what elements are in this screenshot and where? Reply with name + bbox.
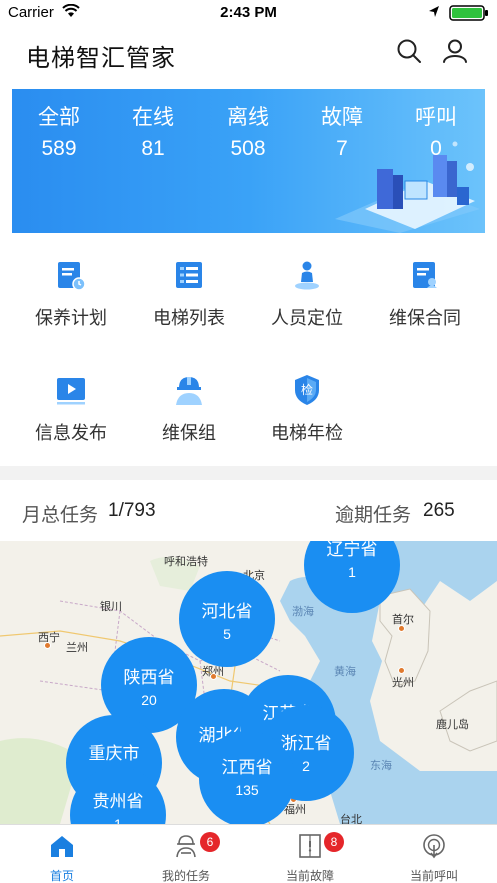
- cluster-count: 5: [223, 626, 231, 642]
- tab-label: 当前故障: [285, 869, 334, 883]
- menu-team[interactable]: 维保组: [130, 365, 248, 455]
- stat-label: 呼叫: [415, 106, 457, 129]
- cluster-name: 重庆市: [88, 744, 140, 763]
- map-label: 呼和浩特: [164, 556, 208, 568]
- elevator-map[interactable]: 呼和浩特 北京 银川 西宁 兰州 郑州 渤海 首尔 黄海 光州 东海 鹿儿岛 福…: [0, 541, 497, 824]
- monthly-task-label: 月总任务: [22, 505, 99, 526]
- elevator-fault-icon: [299, 834, 321, 858]
- user-icon[interactable]: [442, 38, 468, 64]
- stat-label: 故障: [321, 106, 363, 129]
- cluster-name: 河北省: [201, 602, 253, 621]
- cluster-name: 贵州省: [92, 792, 144, 811]
- page-title: 电梯智汇管家: [26, 45, 176, 72]
- stat-fault[interactable]: 故障 7: [295, 101, 389, 161]
- city-marker: [398, 667, 405, 674]
- stat-label: 在线: [132, 106, 174, 129]
- app-header: 电梯智汇管家: [0, 26, 497, 78]
- cluster-name: 辽宁省: [326, 541, 378, 559]
- menu-annual-inspection[interactable]: 检 电梯年检: [248, 365, 366, 455]
- map-label: 兰州: [66, 642, 88, 654]
- cluster-count: 135: [235, 782, 259, 798]
- city-marker: [398, 625, 405, 632]
- stats-banner: 全部 589 在线 81 离线 508 故障 7 呼叫 0: [12, 89, 485, 233]
- menu-publish[interactable]: 信息发布: [12, 365, 130, 455]
- tab-current-fault[interactable]: 8 当前故障: [248, 825, 372, 883]
- menu-label: 电梯列表: [153, 308, 225, 328]
- monthly-task-value[interactable]: 1/793: [108, 500, 156, 522]
- menu-label: 电梯年检: [271, 423, 343, 443]
- bottom-tab-bar: 首页 6 我的任务 8 当前故障 当前呼叫: [0, 824, 497, 883]
- svg-text:检: 检: [301, 382, 313, 397]
- task-count-badge: 6: [200, 832, 220, 852]
- menu-contract[interactable]: 维保合同: [366, 250, 484, 340]
- menu-label: 维保合同: [389, 308, 461, 328]
- cluster-name: 陕西省: [123, 668, 175, 687]
- clock: 2:43 PM: [220, 4, 277, 21]
- location-arrow-icon: [429, 6, 439, 17]
- stat-all[interactable]: 全部 589: [12, 101, 106, 161]
- call-button-icon: [423, 834, 445, 859]
- stat-value: 7: [336, 137, 348, 160]
- menu-maintenance-plan[interactable]: 保养计划: [12, 250, 130, 340]
- tab-label: 当前呼叫: [409, 869, 458, 883]
- tab-my-tasks[interactable]: 6 我的任务: [124, 825, 248, 883]
- overdue-task-label: 逾期任务: [335, 505, 412, 526]
- battery-icon: [449, 5, 488, 21]
- menu-label: 维保组: [162, 423, 216, 443]
- city-marker: [44, 642, 51, 649]
- stat-value: 81: [141, 137, 165, 160]
- elevator-list-icon: [176, 262, 202, 288]
- cluster-count: 1: [348, 564, 356, 580]
- map-label: 银川: [100, 601, 122, 613]
- map-label: 东海: [370, 760, 392, 772]
- menu-label: 信息发布: [35, 423, 107, 443]
- map-label: 台北: [340, 814, 362, 824]
- publish-icon: [57, 378, 85, 405]
- map-label: 鹿儿岛: [436, 719, 469, 731]
- map-label: 渤海: [292, 606, 314, 618]
- task-summary: 月总任务 1/793 逾期任务 265: [0, 480, 497, 540]
- menu-label: 保养计划: [35, 308, 107, 328]
- annual-inspection-icon: 检: [295, 375, 319, 405]
- tab-label: 我的任务: [161, 869, 210, 883]
- stat-online[interactable]: 在线 81: [106, 101, 200, 161]
- cluster-count: 1: [114, 816, 122, 824]
- search-icon[interactable]: [396, 38, 422, 64]
- maintenance-plan-icon: [58, 262, 86, 291]
- home-icon: [51, 836, 73, 857]
- status-bar: Carrier 2:43 PM: [0, 0, 497, 26]
- worker-task-icon: [176, 835, 196, 858]
- stat-value: 0: [430, 137, 442, 160]
- stat-call[interactable]: 呼叫 0: [389, 101, 483, 161]
- cluster-count: 20: [141, 692, 157, 708]
- map-label: 黄海: [334, 666, 356, 678]
- contract-icon: [413, 262, 437, 288]
- menu-person-location[interactable]: 人员定位: [248, 250, 366, 340]
- tab-label: 首页: [49, 869, 74, 883]
- team-icon: [176, 377, 202, 405]
- city-marker: [210, 673, 217, 680]
- stat-value: 508: [230, 137, 266, 160]
- cluster-name: 江西省: [221, 758, 273, 777]
- cluster-hebei[interactable]: 河北省 5: [179, 571, 275, 667]
- section-divider: [0, 466, 497, 480]
- fault-count-badge: 8: [324, 832, 344, 852]
- overdue-task-value[interactable]: 265: [423, 500, 455, 522]
- menu-label: 人员定位: [271, 308, 343, 328]
- person-location-icon: [295, 261, 319, 290]
- menu-elevator-list[interactable]: 电梯列表: [130, 250, 248, 340]
- stat-value: 589: [41, 137, 77, 160]
- stat-label: 全部: [38, 106, 80, 129]
- stat-offline[interactable]: 离线 508: [201, 101, 295, 161]
- stat-label: 离线: [227, 106, 269, 129]
- map-label: 光州: [392, 677, 414, 689]
- cluster-jiangxi[interactable]: 江西省 135: [199, 731, 295, 824]
- tab-home[interactable]: 首页: [0, 825, 124, 883]
- tab-current-call[interactable]: 当前呼叫: [372, 825, 496, 883]
